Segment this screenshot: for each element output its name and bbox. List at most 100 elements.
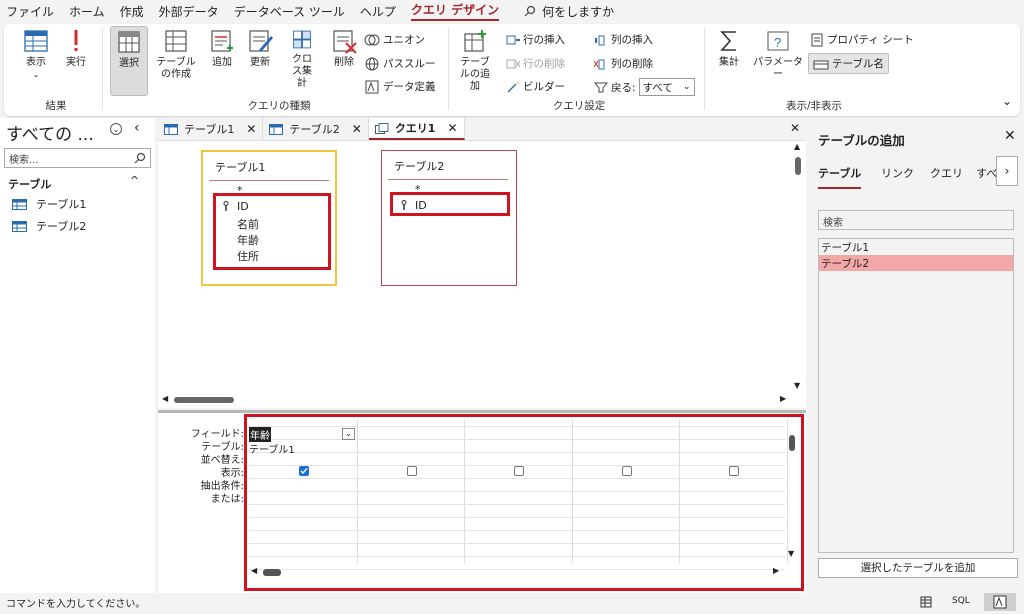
scroll-down-icon[interactable]: ▼ [794,381,800,390]
scroll-up-icon[interactable]: ▲ [794,142,800,151]
list-item[interactable]: テーブル1 [819,239,1013,255]
table-icon [12,220,27,232]
show-checkbox[interactable] [299,466,309,476]
crosstab-button[interactable]: クロス集計 [282,28,322,90]
table-cell-1[interactable]: テーブル1 [249,441,295,456]
nav-section-header[interactable]: テーブル [8,176,51,192]
field-list-table2[interactable]: テーブル2 * ID [381,150,517,286]
menu-external-data[interactable]: 外部データ [159,3,219,20]
insert-rows-button[interactable]: 行の挿入 [506,32,565,47]
pane-tab-tables[interactable]: テーブル [818,165,862,189]
table-names-button[interactable]: テーブル名 [808,53,889,74]
chevron-down-icon[interactable]: ⌄ [342,428,355,440]
scroll-right-icon[interactable]: ▶ [780,394,786,403]
close-icon[interactable]: ✕ [246,122,256,136]
show-checkbox[interactable] [729,466,739,476]
scroll-down-icon[interactable]: ▼ [788,549,794,558]
list-item-selected[interactable]: テーブル2 [819,255,1013,271]
tell-me-box[interactable]: 何をしますか [524,3,614,20]
totals-button[interactable]: 集計 [712,28,746,90]
property-sheet-button[interactable]: プロパティ シート [810,32,914,47]
menu-help[interactable]: ヘルプ [360,3,396,20]
field-list-table1[interactable]: テーブル1 * ID 名前 年齢 住所 [201,150,337,286]
add-table-button[interactable]: テーブルの追加 [454,28,496,94]
scroll-thumb[interactable] [174,397,234,403]
menu-query-design[interactable]: クエリ デザイン [410,1,500,21]
delete-rows-button[interactable]: 行の削除 [506,56,565,71]
update-button[interactable]: 更新 [242,28,278,90]
scroll-right-icon[interactable]: ▶ [773,566,779,575]
insert-columns-icon [595,35,605,45]
pane-tab-queries[interactable]: クエリ [930,165,963,181]
field-cell-1[interactable]: 年齢 ⌄ [249,426,355,442]
add-selected-table-button[interactable]: 選択したテーブルを追加 [818,558,1018,578]
view-button[interactable]: 表示 ⌄ [18,28,54,90]
chevron-right-icon[interactable]: › [996,156,1018,186]
chevron-up-icon[interactable]: ^ [130,174,139,187]
highlight-box [213,193,331,270]
add-table-label: テーブルの追加 [460,57,490,92]
return-select-value: すべて [642,81,673,94]
tab-table2[interactable]: テーブル2 ✕ [263,118,369,140]
return-select[interactable]: すべて ⌄ [638,78,695,96]
insert-columns-label: 列の挿入 [611,34,653,46]
chevron-down-icon: ⌄ [683,82,691,92]
menu-database-tools[interactable]: データベース ツール [234,3,345,20]
append-button[interactable]: 追加 [204,28,240,90]
grid-horizontal-scrollbar[interactable]: ◀ ▶ [251,566,781,578]
nav-item-table1[interactable]: テーブル1 [12,196,86,212]
nav-pane-title[interactable]: すべての ... [6,120,94,145]
highlight-box [390,192,510,216]
table-list: テーブル1 テーブル2 [818,238,1014,553]
scroll-left-icon[interactable]: ◀ [251,566,257,575]
show-checkbox[interactable] [514,466,524,476]
passthrough-button[interactable]: パススルー [364,56,436,71]
menu-home[interactable]: ホーム [69,3,105,20]
grid-vertical-scrollbar[interactable]: ▼ [788,431,796,561]
pane-tab-links[interactable]: リンク [881,165,914,181]
add-table-search-input[interactable]: 検索 [818,210,1014,230]
passthrough-label: パススルー [383,58,436,70]
close-icon[interactable]: ✕ [447,121,457,135]
horizontal-scrollbar[interactable]: ◀ ▶ [162,394,790,405]
builder-button[interactable]: ビルダー [506,79,565,94]
collapse-pane-icon[interactable]: ‹ [134,120,140,136]
nav-search-input[interactable]: 検索... [4,148,151,168]
close-icon[interactable]: ✕ [1004,128,1016,144]
tab-query1[interactable]: クエリ1 ✕ [368,118,465,140]
design-view-button[interactable] [984,593,1016,611]
parameters-button[interactable]: ? パラメーター [750,28,806,90]
nav-item-table2[interactable]: テーブル2 [12,218,86,234]
close-icon[interactable]: ✕ [352,122,362,136]
run-button[interactable]: 実行 [60,28,92,90]
insert-columns-button[interactable]: 列の挿入 [594,32,653,47]
design-grid-pane: フィールド: テーブル: 並べ替え: 表示: 抽出条件: または: 年齢 ⌄ テ… [158,410,806,593]
pane-tab-all[interactable]: すべ [976,165,997,181]
scroll-thumb[interactable] [795,157,801,175]
scroll-left-icon[interactable]: ◀ [162,394,168,403]
delete-query-button[interactable]: 削除 [326,28,362,90]
union-button[interactable]: ユニオン [364,32,425,47]
globe-icon [365,57,379,70]
vertical-scrollbar[interactable]: ▲ ▼ [794,142,802,393]
parameters-label: パラメーター [753,57,803,80]
crosstab-icon [293,30,311,49]
sql-view-button[interactable]: SQL [952,596,970,606]
delete-columns-button[interactable]: 列の削除 [594,56,653,71]
datasheet-view-icon[interactable] [920,596,932,608]
chevron-down-icon[interactable]: ⌄ [110,123,122,135]
sigma-icon [720,31,736,51]
show-checkbox[interactable] [406,466,417,476]
data-definition-button[interactable]: データ定義 [364,79,436,94]
scroll-thumb[interactable] [263,569,281,576]
select-query-button[interactable]: 選択 [110,26,148,96]
scroll-thumb[interactable] [789,435,795,451]
make-table-button[interactable]: テーブルの作成 [150,28,202,90]
tab-table1[interactable]: テーブル1 ✕ [158,118,264,140]
collapse-ribbon-icon[interactable]: ⌄ [1002,94,1012,108]
update-icon [249,30,273,52]
menu-file[interactable]: ファイル [6,3,54,20]
close-document-icon[interactable]: ✕ [790,121,800,135]
show-checkbox[interactable] [621,466,632,476]
menu-create[interactable]: 作成 [120,3,144,20]
